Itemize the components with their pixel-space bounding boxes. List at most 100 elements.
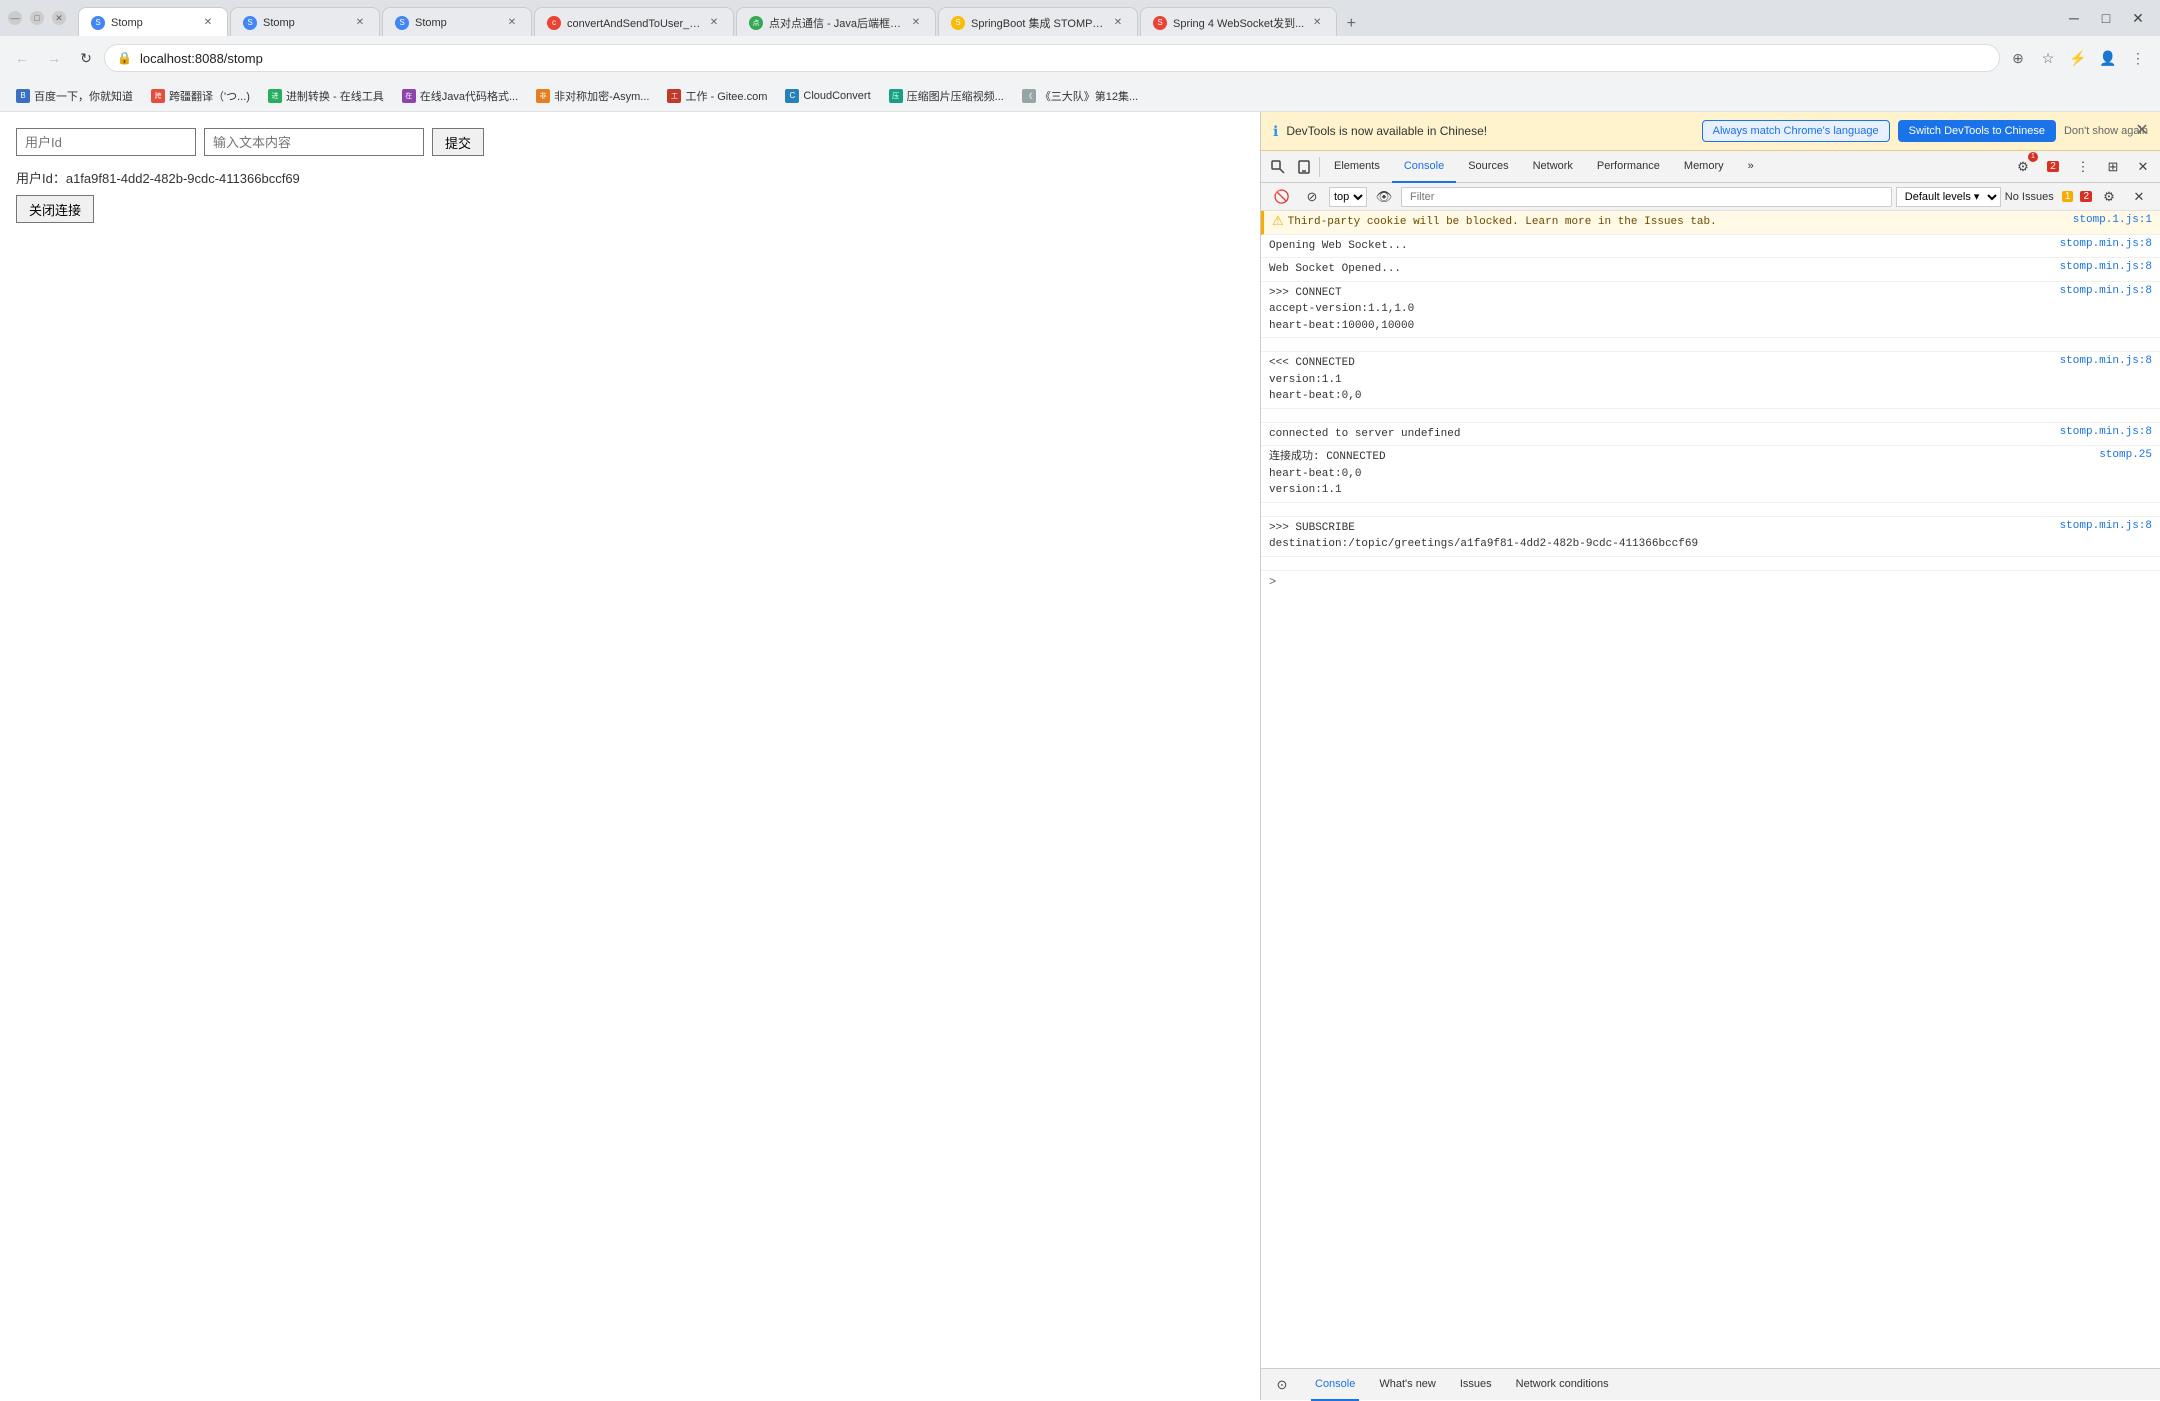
tab-close-5[interactable]: ✕ [909, 16, 923, 30]
extensions-button[interactable]: ⚡ [2064, 44, 2092, 72]
console-link-opening-socket[interactable]: stomp.min.js:8 [2052, 238, 2152, 250]
console-prompt-line[interactable]: > [1261, 571, 2160, 593]
bookmark-cloudconvert[interactable]: C CloudConvert [777, 84, 878, 108]
browser-tab-springboot[interactable]: S SpringBoot 集成 STOMP 实三... ✕ [938, 7, 1138, 36]
more-tools-icon[interactable]: ⋮ [2070, 154, 2096, 180]
console-link-socket-opened[interactable]: stomp.min.js:8 [2052, 261, 2152, 273]
bookmark-sandui[interactable]: 《 《三大队》第12集... [1014, 84, 1146, 108]
bookmark-compress[interactable]: 压 压缩图片压缩视频... [881, 84, 1012, 108]
close-devtools-icon[interactable]: ✕ [2130, 154, 2156, 180]
issues-count-badge[interactable]: 2 [2040, 154, 2066, 180]
bookmark-icon-asym: 非 [536, 89, 550, 103]
window-close[interactable]: ✕ [2124, 4, 2152, 32]
log-level-select[interactable]: Default levels ▾ [1896, 187, 2001, 207]
tab-sources[interactable]: Sources [1456, 151, 1520, 183]
translate-button[interactable]: ⊕ [2004, 44, 2032, 72]
reload-button[interactable]: ↻ [72, 44, 100, 72]
minimize-button[interactable]: — [8, 11, 22, 25]
eye-icon[interactable]: 👁 [1371, 184, 1397, 210]
bookmark-gitee[interactable]: 工 工作 - Gitee.com [659, 84, 775, 108]
devtools-tabs: Elements Console Sources Network Perform… [1322, 151, 2010, 183]
caret-icon: > [1269, 575, 1276, 589]
device-mode-icon[interactable] [1291, 154, 1317, 180]
browser-tab-stomp-2[interactable]: S Stomp ✕ [230, 7, 380, 36]
no-issues-badge: No Issues 1 2 [2005, 191, 2092, 203]
bottom-tab-whats-new[interactable]: What's new [1375, 1369, 1440, 1401]
tab-close-6[interactable]: ✕ [1111, 16, 1125, 30]
tab-bar: S Stomp ✕ S Stomp ✕ S Stomp ✕ c convertA… [78, 0, 2048, 36]
tab-close-7[interactable]: ✕ [1310, 16, 1324, 30]
tab-console[interactable]: Console [1392, 151, 1456, 183]
forward-button[interactable]: → [40, 44, 68, 72]
settings-gear-icon[interactable]: ⚙ [2096, 184, 2122, 210]
switch-devtools-button[interactable]: Switch DevTools to Chinese [1898, 120, 2056, 142]
clear-console-icon[interactable]: 🚫 [1269, 184, 1295, 210]
browser-tab-convert[interactable]: c convertAndSendToUser_百三... ✕ [534, 7, 734, 36]
match-language-button[interactable]: Always match Chrome's language [1702, 120, 1890, 142]
back-button[interactable]: ← [8, 44, 36, 72]
tab-close-2[interactable]: ✕ [353, 16, 367, 30]
console-filter-input[interactable] [1401, 187, 1892, 207]
bookmark-label-hex: 进制转换 - 在线工具 [286, 88, 384, 104]
profile-button[interactable]: 👤 [2094, 44, 2122, 72]
tab-memory[interactable]: Memory [1672, 151, 1736, 183]
console-link-lianjiecheng[interactable]: stomp.25 [2091, 449, 2152, 461]
devtools-panel: ℹ DevTools is now available in Chinese! … [1260, 112, 2160, 1400]
menu-button[interactable]: ⋮ [2124, 44, 2152, 72]
browser-tab-p2p[interactable]: 点 点对点通信 - Java后端框架库 ✕ [736, 7, 936, 36]
dock-icon[interactable]: ⊞ [2100, 154, 2126, 180]
console-link-warn-cookie[interactable]: stomp.1.js:1 [2065, 214, 2152, 226]
tab-favicon-1: S [91, 16, 105, 30]
tab-elements[interactable]: Elements [1322, 151, 1392, 183]
console-link-connect[interactable]: stomp.min.js:8 [2052, 285, 2152, 297]
devtools-bottom-bar: ⊙ Console What's new Issues Network cond… [1261, 1368, 2160, 1400]
bottom-tab-console[interactable]: Console [1311, 1369, 1359, 1401]
bookmark-baidu[interactable]: B 百度一下，你就知道 [8, 84, 141, 108]
tab-title-7: Spring 4 WebSocket发到... [1173, 15, 1304, 31]
console-link-connected[interactable]: stomp.min.js:8 [2052, 355, 2152, 367]
console-text-subscribe: >>> SUBSCRIBE destination:/topic/greetin… [1269, 520, 2052, 553]
browser-tab-stomp-3[interactable]: S Stomp ✕ [382, 7, 532, 36]
bookmark-java[interactable]: 在 在线Java代码格式... [394, 84, 526, 108]
tab-performance[interactable]: Performance [1585, 151, 1672, 183]
bottom-tab-issues[interactable]: Issues [1456, 1369, 1496, 1401]
notification-close-button[interactable]: ✕ [2132, 120, 2152, 140]
user-id-input[interactable] [16, 128, 196, 156]
bookmark-button[interactable]: ☆ [2034, 44, 2062, 72]
address-bar: ← → ↻ 🔒 localhost:8088/stomp ⊕ ☆ ⚡ 👤 ⋮ [0, 36, 2160, 80]
bottom-tab-network-conditions[interactable]: Network conditions [1512, 1369, 1613, 1401]
tab-close-3[interactable]: ✕ [505, 16, 519, 30]
bookmark-translate[interactable]: 跨 跨疆翻译（'つ...) [143, 84, 258, 108]
console-line-subscribe: >>> SUBSCRIBE destination:/topic/greetin… [1261, 517, 2160, 557]
tab-more[interactable]: » [1736, 151, 1766, 183]
bookmarks-bar: B 百度一下，你就知道 跨 跨疆翻译（'つ...) 进 进制转换 - 在线工具 … [0, 80, 2160, 112]
window-controls[interactable]: — □ ✕ [8, 11, 66, 25]
bookmark-hex[interactable]: 进 进制转换 - 在线工具 [260, 84, 392, 108]
browser-tab-spring4[interactable]: S Spring 4 WebSocket发到... ✕ [1140, 7, 1337, 36]
inspect-element-icon[interactable] [1265, 154, 1291, 180]
console-link-server-connected[interactable]: stomp.min.js:8 [2052, 426, 2152, 438]
submit-button[interactable]: 提交 [432, 128, 484, 156]
console-line-empty-1 [1261, 338, 2160, 352]
close-button[interactable]: ✕ [52, 11, 66, 25]
devtools-toolbar-right: ⚙ 1 2 ⋮ ⊞ ✕ [2010, 154, 2156, 180]
console-link-subscribe[interactable]: stomp.min.js:8 [2052, 520, 2152, 532]
context-select[interactable]: top [1329, 187, 1367, 207]
tab-network[interactable]: Network [1521, 151, 1585, 183]
tab-close-1[interactable]: ✕ [201, 16, 215, 30]
close-connection-button[interactable]: 关闭连接 [16, 195, 94, 223]
filter-icon[interactable]: ⊘ [1299, 184, 1325, 210]
close-console-icon[interactable]: ✕ [2126, 184, 2152, 210]
url-bar[interactable]: 🔒 localhost:8088/stomp [104, 44, 2000, 72]
maximize-button[interactable]: □ [30, 11, 44, 25]
bottom-bar-icon[interactable]: ⊙ [1269, 1372, 1295, 1398]
new-tab-button[interactable]: + [1339, 12, 1363, 36]
bookmark-asym[interactable]: 非 非对称加密-Asym... [528, 84, 657, 108]
message-input[interactable] [204, 128, 424, 156]
browser-tab-stomp-1[interactable]: S Stomp ✕ [78, 7, 228, 36]
bookmark-label-translate: 跨疆翻译（'つ...) [169, 88, 250, 104]
settings-icon[interactable]: ⚙ 1 [2010, 154, 2036, 180]
tab-close-4[interactable]: ✕ [707, 16, 721, 30]
window-restore[interactable]: □ [2092, 4, 2120, 32]
window-minimize[interactable]: ─ [2060, 4, 2088, 32]
